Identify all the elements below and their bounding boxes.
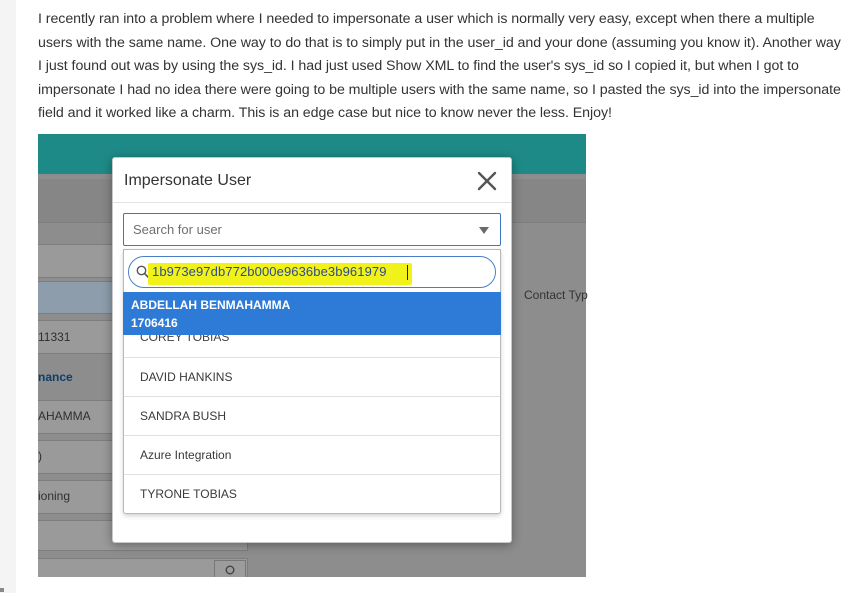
background-link-label: nance bbox=[38, 370, 73, 384]
list-item[interactable]: SANDRA BUSH bbox=[124, 397, 500, 436]
list-item[interactable]: DAVID HANKINS bbox=[124, 358, 500, 397]
background-label: ioning bbox=[38, 489, 71, 503]
post-paragraph: I recently ran into a problem where I ne… bbox=[38, 11, 841, 121]
background-search-button bbox=[214, 560, 246, 577]
list-item-label: TYRONE TOBIAS bbox=[140, 487, 237, 501]
list-item-label: SANDRA BUSH bbox=[140, 409, 227, 423]
background-label: 11331 bbox=[38, 330, 71, 344]
impersonate-user-modal: Impersonate User Search for user 1b973e9… bbox=[112, 157, 512, 543]
close-icon[interactable] bbox=[474, 168, 500, 194]
chevron-down-icon bbox=[479, 227, 489, 234]
page-edge bbox=[0, 0, 16, 593]
user-search-input[interactable]: 1b973e97db772b000e9636be3b961979 bbox=[128, 256, 496, 288]
user-select-placeholder: Search for user bbox=[133, 222, 222, 237]
active-option-id: 1706416 bbox=[131, 316, 178, 330]
contact-type-label: Contact Typ bbox=[524, 288, 588, 302]
list-item-label: Azure Integration bbox=[140, 448, 232, 462]
user-select[interactable]: Search for user bbox=[123, 213, 501, 246]
background-label: ) bbox=[38, 449, 42, 463]
text-cursor bbox=[407, 265, 408, 280]
search-icon bbox=[225, 565, 235, 575]
list-item[interactable]: TYRONE TOBIAS bbox=[124, 475, 500, 513]
modal-title: Impersonate User bbox=[124, 172, 252, 189]
corner-mark bbox=[0, 588, 4, 592]
list-item[interactable]: Azure Integration bbox=[124, 436, 500, 475]
active-option-name: ABDELLAH BENMAHAMMA bbox=[131, 298, 291, 312]
user-search-value: 1b973e97db772b000e9636be3b961979 bbox=[152, 264, 387, 279]
list-item-label: DAVID HANKINS bbox=[140, 370, 233, 384]
background-label: AHAMMA bbox=[38, 409, 91, 423]
active-user-option[interactable]: ABDELLAH BENMAHAMMA 1706416 bbox=[123, 292, 501, 335]
user-dropdown: 1b973e97db772b000e9636be3b961979 COREY T… bbox=[123, 249, 501, 514]
modal-divider bbox=[113, 202, 511, 203]
